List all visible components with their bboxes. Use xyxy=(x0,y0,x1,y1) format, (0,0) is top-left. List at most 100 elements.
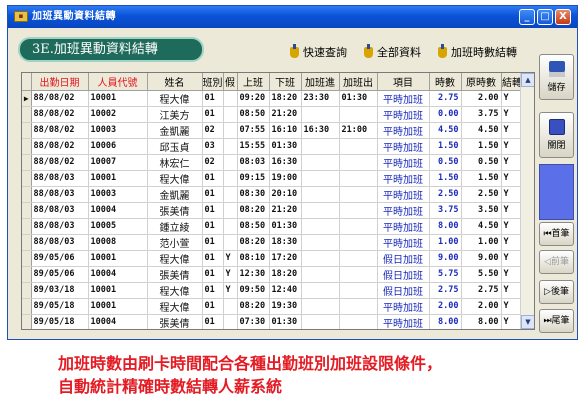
in-cell[interactable]: 08:50 xyxy=(237,106,270,123)
name-cell[interactable]: 金凱麗 xyxy=(147,122,203,139)
out-cell[interactable]: 17:20 xyxy=(269,250,302,267)
col-hours-header[interactable]: 時數 xyxy=(429,73,462,91)
name-cell[interactable]: 程大偉 xyxy=(147,170,203,187)
orig-hours-cell[interactable]: 4.50 xyxy=(461,218,502,235)
hours-cell[interactable]: 2.00 xyxy=(429,298,462,315)
col-name-header[interactable]: 姓名 xyxy=(147,73,203,91)
leave-cell[interactable]: Y xyxy=(223,282,238,299)
in-cell[interactable]: 08:30 xyxy=(237,186,270,203)
row-indicator[interactable] xyxy=(22,186,32,203)
out-cell[interactable]: 21:20 xyxy=(269,106,302,123)
date-cell[interactable]: 89/05/06 xyxy=(31,266,89,283)
ot-out-cell[interactable]: 21:00 xyxy=(339,122,378,139)
orig-hours-cell[interactable]: 4.50 xyxy=(461,122,502,139)
employee-cell[interactable]: 10007 xyxy=(88,154,148,171)
data-grid[interactable]: 出勤日期 人員代號 姓名 班別 假 上班 下班 加班進 加班出 項目 時數 原時… xyxy=(21,72,535,330)
out-cell[interactable]: 18:20 xyxy=(269,90,302,107)
employee-cell[interactable]: 10002 xyxy=(88,106,148,123)
out-cell[interactable]: 01:30 xyxy=(269,138,302,155)
orig-hours-cell[interactable]: 8.00 xyxy=(461,314,502,329)
col-ot-in-header[interactable]: 加班進 xyxy=(301,73,340,91)
ot-in-cell[interactable] xyxy=(301,138,340,155)
row-indicator[interactable] xyxy=(22,154,32,171)
col-date-header[interactable]: 出勤日期 xyxy=(31,73,89,91)
out-cell[interactable]: 12:40 xyxy=(269,282,302,299)
item-cell[interactable]: 平時加班 xyxy=(377,186,430,203)
name-cell[interactable]: 程大偉 xyxy=(147,250,203,267)
close-button[interactable]: X xyxy=(555,9,571,25)
hours-cell[interactable]: 2.50 xyxy=(429,186,462,203)
in-cell[interactable]: 09:50 xyxy=(237,282,270,299)
date-cell[interactable]: 89/03/18 xyxy=(31,282,89,299)
out-cell[interactable]: 19:30 xyxy=(269,298,302,315)
in-cell[interactable]: 09:15 xyxy=(237,170,270,187)
item-cell[interactable]: 平時加班 xyxy=(377,138,430,155)
date-cell[interactable]: 88/08/02 xyxy=(31,90,89,107)
ot-in-cell[interactable] xyxy=(301,234,340,251)
date-cell[interactable]: 89/05/06 xyxy=(31,250,89,267)
name-cell[interactable]: 程大偉 xyxy=(147,90,203,107)
quick-search-link[interactable]: 快速查詢 xyxy=(290,43,347,60)
ot-out-cell[interactable] xyxy=(339,138,378,155)
hours-cell[interactable]: 9.00 xyxy=(429,250,462,267)
in-cell[interactable]: 07:30 xyxy=(237,314,270,329)
employee-cell[interactable]: 10004 xyxy=(88,202,148,219)
current-row-indicator-icon[interactable]: ▶ xyxy=(22,90,32,107)
close-form-button[interactable]: 關閉 xyxy=(539,112,574,158)
leave-cell[interactable] xyxy=(223,106,238,123)
ot-out-cell[interactable] xyxy=(339,106,378,123)
date-cell[interactable]: 88/08/03 xyxy=(31,170,89,187)
employee-cell[interactable]: 10001 xyxy=(88,250,148,267)
ot-out-cell[interactable] xyxy=(339,250,378,267)
orig-hours-cell[interactable]: 2.75 xyxy=(461,282,502,299)
item-cell[interactable]: 假日加班 xyxy=(377,282,430,299)
leave-cell[interactable] xyxy=(223,90,238,107)
date-cell[interactable]: 88/08/03 xyxy=(31,234,89,251)
employee-cell[interactable]: 10001 xyxy=(88,282,148,299)
leave-cell[interactable]: Y xyxy=(223,266,238,283)
row-indicator[interactable] xyxy=(22,298,32,315)
ot-out-cell[interactable] xyxy=(339,298,378,315)
all-data-link[interactable]: 全部資料 xyxy=(364,43,421,60)
date-cell[interactable]: 88/08/02 xyxy=(31,138,89,155)
orig-hours-cell[interactable]: 2.00 xyxy=(461,90,502,107)
col-in-header[interactable]: 上班 xyxy=(237,73,270,91)
name-cell[interactable]: 林宏仁 xyxy=(147,154,203,171)
employee-cell[interactable]: 10003 xyxy=(88,122,148,139)
shift-cell[interactable]: 01 xyxy=(202,170,224,187)
leave-cell[interactable] xyxy=(223,314,238,329)
table-row[interactable]: 89/05/06 10004 張美倩 01 Y 12:30 18:20 假日加班 5.75 5.5… xyxy=(22,266,524,283)
row-indicator[interactable] xyxy=(22,106,32,123)
ot-in-cell[interactable] xyxy=(301,282,340,299)
name-cell[interactable]: 范小萱 xyxy=(147,234,203,251)
item-cell[interactable]: 假日加班 xyxy=(377,250,430,267)
row-indicator[interactable] xyxy=(22,234,32,251)
table-row[interactable]: 88/08/03 10008 范小萱 01 08:20 18:30 平時加班 1.00 1.00… xyxy=(22,234,524,251)
ot-in-cell[interactable]: 16:30 xyxy=(301,122,340,139)
col-out-header[interactable]: 下班 xyxy=(269,73,302,91)
next-record-button[interactable]: ▷後筆 xyxy=(539,280,574,304)
ot-out-cell[interactable] xyxy=(339,186,378,203)
employee-cell[interactable]: 10004 xyxy=(88,314,148,329)
leave-cell[interactable] xyxy=(223,218,238,235)
ot-out-cell[interactable]: 01:30 xyxy=(339,90,378,107)
table-row[interactable]: 88/08/03 10005 鍾立綾 01 08:50 01:30 平時加班 8.00 4.50… xyxy=(22,218,524,235)
in-cell[interactable]: 08:03 xyxy=(237,154,270,171)
in-cell[interactable]: 08:10 xyxy=(237,250,270,267)
employee-cell[interactable]: 10003 xyxy=(88,186,148,203)
orig-hours-cell[interactable]: 9.00 xyxy=(461,250,502,267)
leave-cell[interactable] xyxy=(223,202,238,219)
name-cell[interactable]: 邱玉貞 xyxy=(147,138,203,155)
orig-hours-cell[interactable]: 3.75 xyxy=(461,106,502,123)
leave-cell[interactable] xyxy=(223,234,238,251)
scroll-down-icon[interactable]: ▼ xyxy=(521,315,534,329)
item-cell[interactable]: 平時加班 xyxy=(377,218,430,235)
row-indicator[interactable] xyxy=(22,202,32,219)
item-cell[interactable]: 平時加班 xyxy=(377,106,430,123)
date-cell[interactable]: 88/08/02 xyxy=(31,106,89,123)
row-indicator[interactable] xyxy=(22,314,32,329)
col-ot-out-header[interactable]: 加班出 xyxy=(339,73,378,91)
out-cell[interactable]: 01:30 xyxy=(269,314,302,329)
shift-cell[interactable]: 01 xyxy=(202,186,224,203)
shift-cell[interactable]: 01 xyxy=(202,106,224,123)
